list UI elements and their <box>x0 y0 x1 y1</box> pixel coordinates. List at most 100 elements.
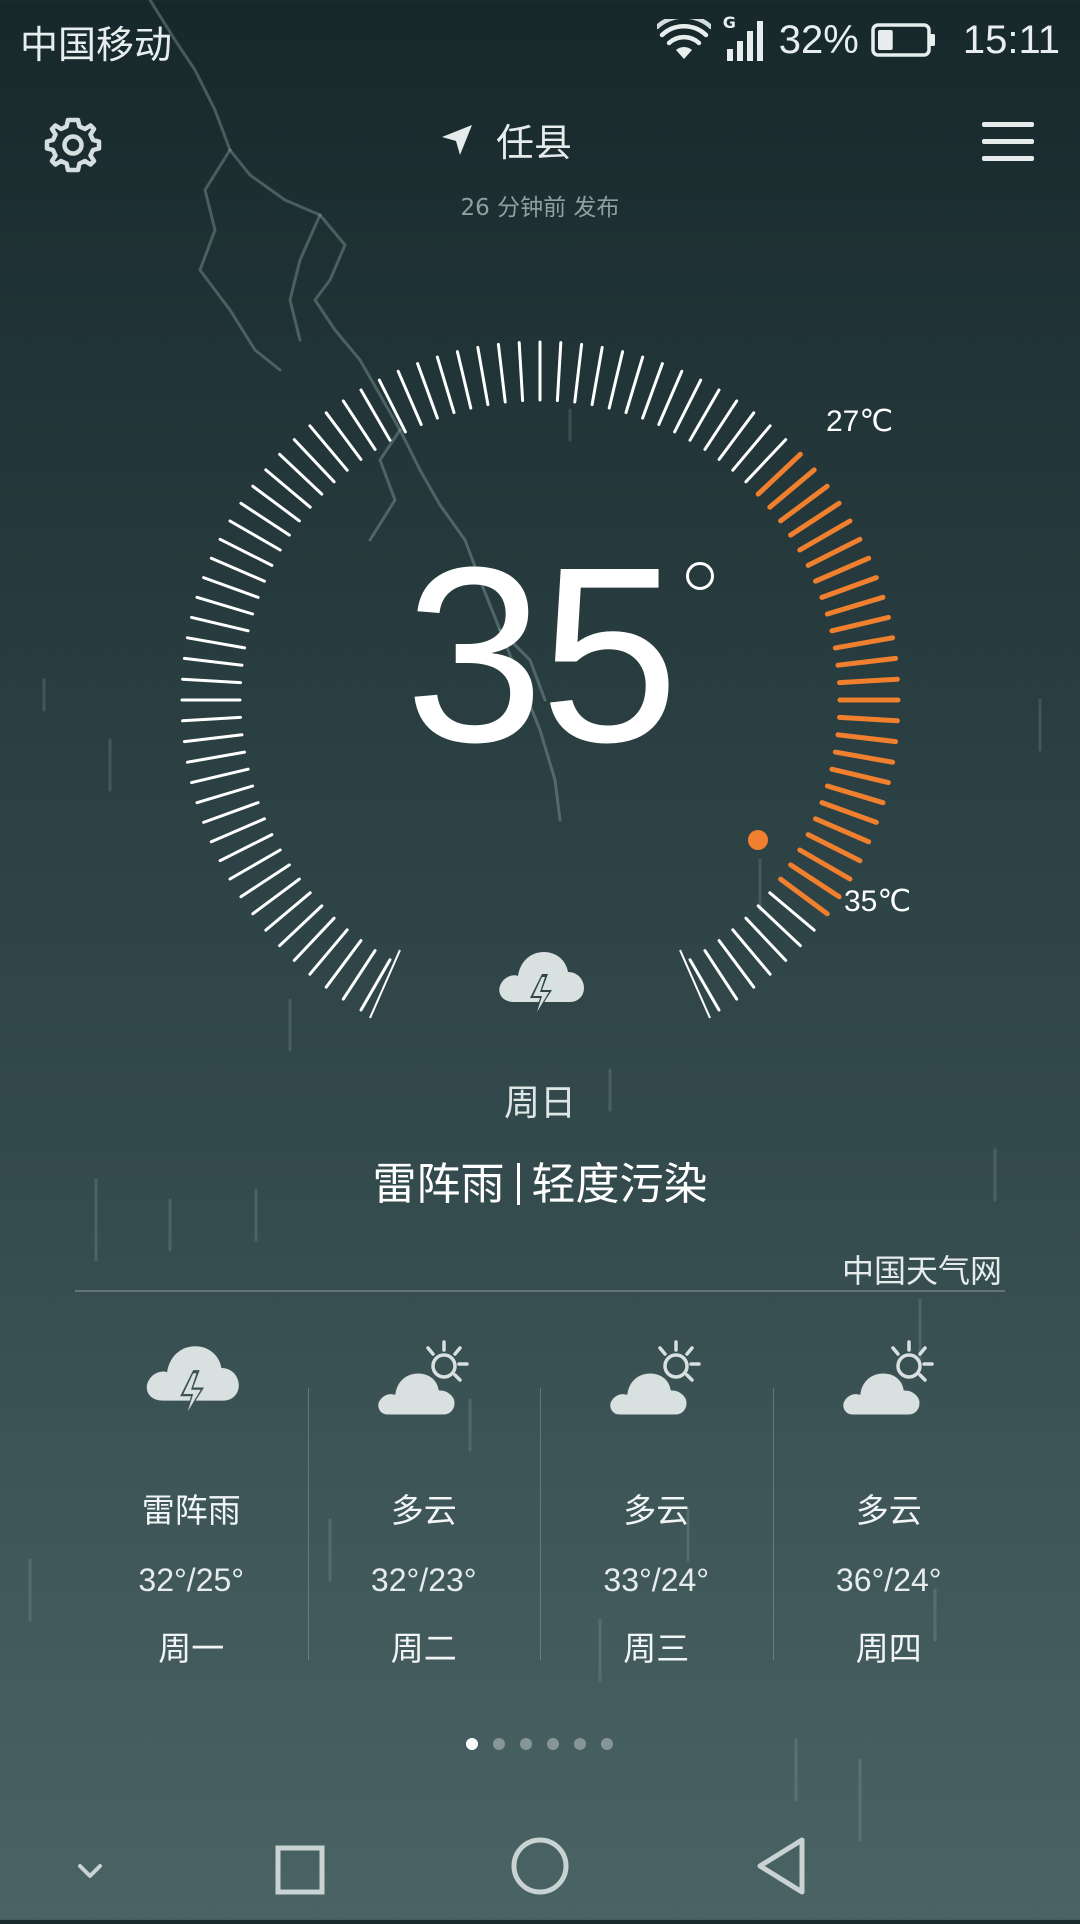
current-day: 周日 <box>503 1083 576 1124</box>
battery-percent: 32% <box>778 17 859 62</box>
current-temperature-marker <box>748 830 768 850</box>
data-source[interactable]: 中国天气网 <box>842 1246 1002 1292</box>
page-dot-active[interactable] <box>466 1738 478 1750</box>
dial-tick <box>768 891 816 932</box>
forecast-day-label: 周二 <box>390 1629 457 1668</box>
page-dot[interactable] <box>493 1738 505 1750</box>
forecast-temperature-range: 32°/23° <box>370 1562 477 1598</box>
dial-tick <box>308 928 349 976</box>
collapse-nav-button[interactable] <box>40 1820 140 1920</box>
dial-tick <box>292 916 336 962</box>
dial-tick <box>476 345 490 407</box>
dial-tick <box>703 949 739 1001</box>
dial-tick <box>195 784 255 805</box>
dial-range-tick <box>835 732 899 745</box>
dial-tick <box>396 369 423 426</box>
settings-gear-icon <box>44 117 102 173</box>
dial-tick <box>641 362 664 420</box>
page-dot[interactable] <box>547 1738 559 1750</box>
page-indicator[interactable] <box>466 1738 613 1750</box>
dial-tick <box>218 833 274 863</box>
dial-tick <box>228 519 282 552</box>
back-button[interactable] <box>730 1820 830 1920</box>
dial-tick <box>278 904 324 948</box>
dial-end-marker <box>679 949 711 1019</box>
partly-cloudy-icon <box>374 1340 469 1418</box>
page-dot[interactable] <box>520 1738 532 1750</box>
dial-tick <box>555 341 563 402</box>
home-button[interactable] <box>490 1820 590 1920</box>
dial-range-tick <box>819 575 879 600</box>
dial-tick <box>239 863 291 899</box>
dial-range-tick <box>788 862 842 900</box>
forecast-day-label: 周三 <box>623 1629 690 1668</box>
condition-separator <box>516 1163 520 1205</box>
dial-tick <box>202 576 260 599</box>
collapse-chevron-icon <box>78 1864 102 1878</box>
dial-tick <box>181 715 242 723</box>
dial-range-tick <box>832 635 896 651</box>
page-dot[interactable] <box>574 1738 586 1750</box>
forecast-day[interactable]: 雷阵雨 32°/25° 周一 <box>75 1330 308 1670</box>
dial-range-tick <box>824 594 886 617</box>
dial-tick <box>182 656 244 667</box>
dial-range-tick <box>829 614 891 634</box>
page-dot[interactable] <box>601 1738 613 1750</box>
dial-tick <box>688 958 721 1012</box>
dial-tick <box>377 378 407 434</box>
dial-range-tick <box>824 783 886 806</box>
settings-button[interactable] <box>44 116 102 174</box>
location-arrow-icon <box>442 124 472 155</box>
forecast-day[interactable]: 多云 33°/24° 周三 <box>540 1330 773 1670</box>
forecast-condition: 多云 <box>855 1491 922 1530</box>
dial-tick <box>624 355 645 415</box>
dial-tick <box>324 939 363 989</box>
wifi-icon <box>656 19 711 59</box>
dial-range-tick <box>813 816 872 845</box>
carrier-name: 中国移动 <box>20 23 173 67</box>
partly-cloudy-icon <box>607 1340 701 1418</box>
dial-tick <box>239 501 291 537</box>
recents-button[interactable] <box>250 1820 350 1920</box>
dial-tick <box>181 677 242 685</box>
dial-range-tick <box>797 847 853 882</box>
dial-range-high-label: 27℃ <box>826 405 894 438</box>
menu-button[interactable] <box>982 120 1034 164</box>
dial-tick <box>278 452 324 496</box>
dial-range-tick <box>805 536 863 568</box>
dial-range-tick <box>829 766 891 786</box>
recents-square-icon <box>275 1845 325 1895</box>
status-bar: 中国移动 G 32% 15:11 <box>0 0 1080 80</box>
forecast-temperature-range: 36°/24° <box>835 1562 942 1598</box>
dial-range-tick <box>837 714 900 724</box>
dial-range-low-label: 35℃ <box>844 885 912 918</box>
dial-range-tick <box>805 832 863 864</box>
dial-tick <box>590 345 604 407</box>
dial-tick <box>264 468 312 509</box>
publish-time: 26 分钟前 发布 <box>460 195 620 221</box>
dial-range-tick <box>778 483 830 524</box>
dial-tick <box>717 939 756 989</box>
dial-tick <box>359 958 392 1012</box>
dial-tick <box>657 369 684 426</box>
dial-tick <box>292 438 336 484</box>
dial-range-tick <box>832 749 896 765</box>
dial-tick <box>209 817 266 844</box>
dial-tick <box>416 362 439 420</box>
dial-range-tick <box>767 467 817 510</box>
forecast-day-label: 周一 <box>158 1629 225 1668</box>
location-selector[interactable]: 任县 <box>440 112 572 167</box>
status-clock: 15:11 <box>962 17 1060 62</box>
thunderstorm-icon <box>146 1346 239 1418</box>
forecast-day[interactable]: 多云 32°/23° 周二 <box>307 1330 541 1670</box>
forecast-temperature-range: 33°/24° <box>603 1562 710 1598</box>
dial-tick <box>744 916 788 962</box>
current-weather-condition: 雷阵雨 <box>372 1159 505 1210</box>
dial-tick <box>756 904 802 948</box>
forecast-day[interactable]: 多云 36°/24° 周四 <box>772 1330 1006 1670</box>
dial-tick <box>324 411 363 461</box>
dial-tick <box>185 750 247 764</box>
dial-tick <box>607 350 625 410</box>
dial-tick <box>190 767 250 785</box>
dial-tick <box>308 424 349 472</box>
